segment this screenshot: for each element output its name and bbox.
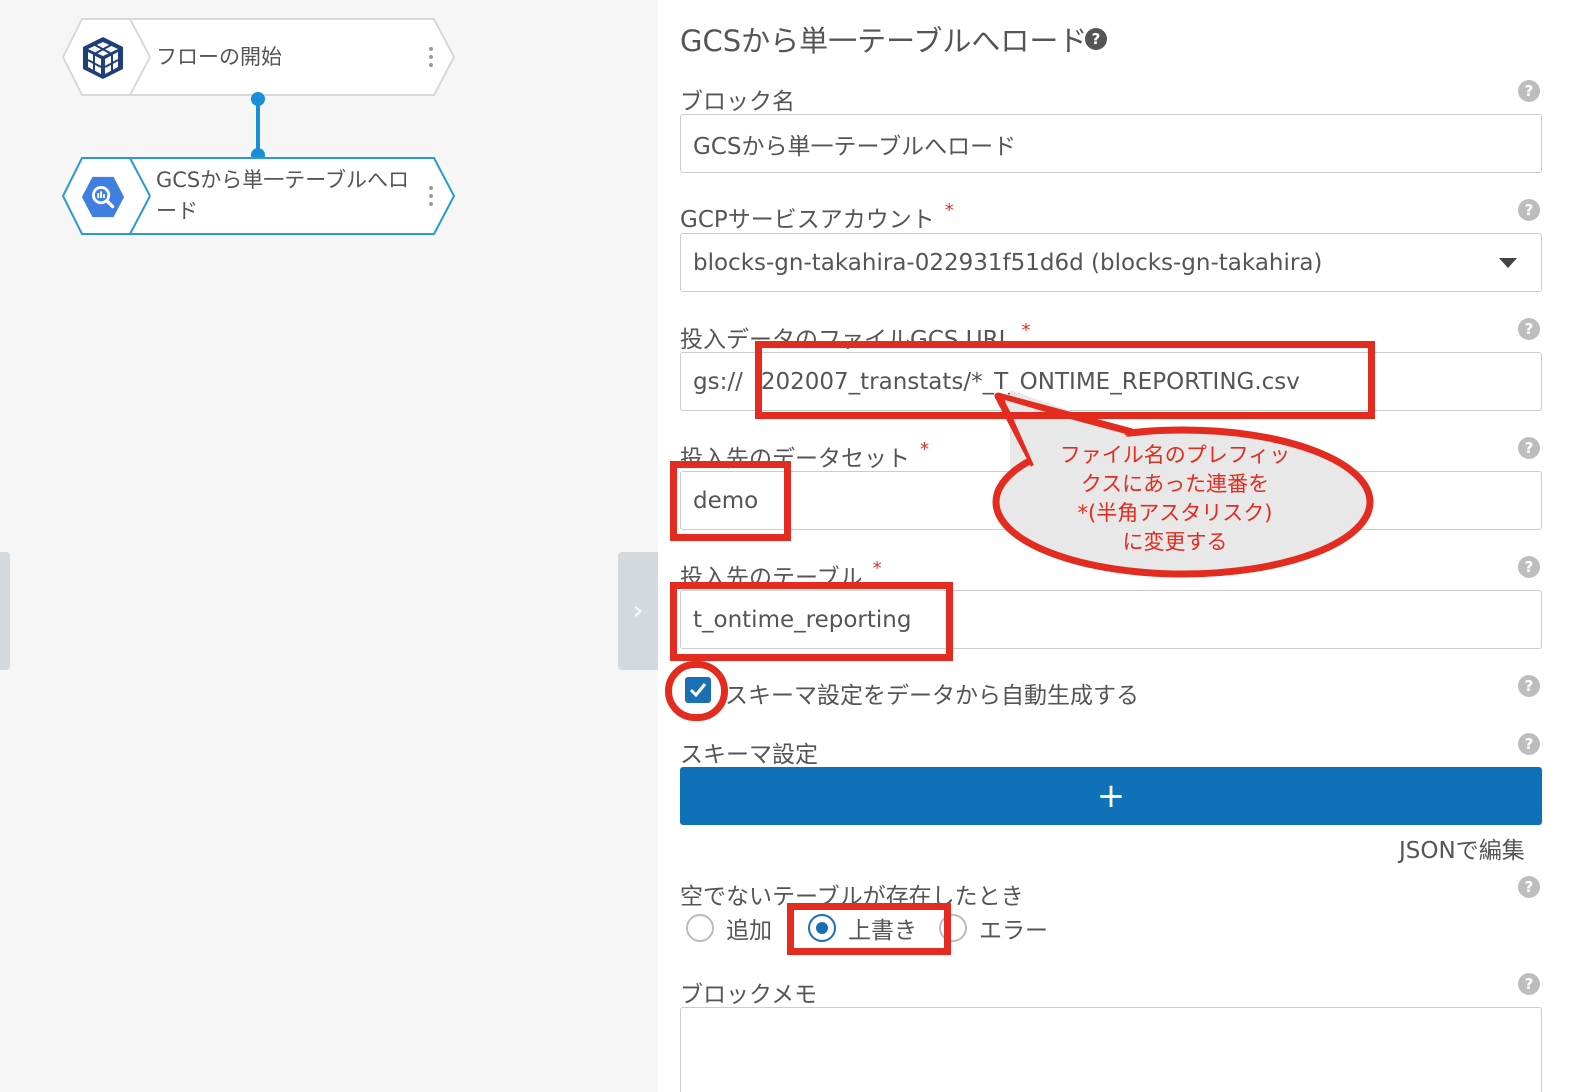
left-drawer-tab[interactable] [0,552,10,670]
flow-node-gcs-load[interactable]: GCSから単一テーブルへロード [62,157,456,235]
annotation-line: ファイル名のプレフィッ [1059,443,1291,467]
node-label: GCSから単一テーブルへロード [156,168,410,223]
caret-down-icon [1499,258,1517,268]
radio-error-label[interactable]: エラー [979,911,1048,945]
panel-toggle-button[interactable]: › [618,552,658,670]
node-label: フローの開始 [156,44,282,69]
annotation-line: *(半角アスタリスク) [1077,501,1273,525]
annotation-line: クスにあった連番を [1080,472,1270,496]
highlight-overwrite [787,903,951,955]
service-account-label: GCPサービスアカウント * [680,200,954,233]
help-icon[interactable]: ? [1518,556,1540,578]
schema-label: スキーマ設定 [680,742,818,768]
gcs-prefix: gs:// [693,368,743,395]
highlight-dataset [670,461,791,541]
highlight-checkbox [665,661,728,721]
help-icon[interactable]: ? [1518,437,1540,459]
connector-port-out[interactable] [251,92,265,106]
panel-title: GCSから単一テーブルへロード [680,24,1088,58]
help-icon[interactable]: ? [1085,28,1107,50]
flow-canvas[interactable]: フローの開始 GCSから単一テーブルへロード › [0,0,658,1092]
auto-schema-label[interactable]: スキーマ設定をデータから自動生成する [725,676,1139,710]
annotation-text: ファイル名のプレフィッ クスにあった連番を *(半角アスタリスク) に変更する [1030,441,1320,557]
memo-textarea[interactable] [680,1007,1542,1092]
bigquery-icon [80,174,126,220]
service-account-select[interactable]: blocks-gn-takahira-022931f51d6d (blocks-… [680,233,1542,292]
help-icon[interactable]: ? [1518,733,1540,755]
node-menu-icon[interactable] [428,186,434,206]
node-menu-icon[interactable] [428,47,434,67]
add-schema-button[interactable]: + [680,767,1542,825]
help-icon[interactable]: ? [1518,675,1540,697]
annotation-line: に変更する [1122,530,1228,554]
help-icon[interactable]: ? [1518,973,1540,995]
help-icon[interactable]: ? [1518,199,1540,221]
help-icon[interactable]: ? [1518,80,1540,102]
edit-json-link[interactable]: JSONで編集 [1399,831,1525,865]
cube-logo-icon [80,35,126,81]
radio-append-label[interactable]: 追加 [726,911,772,945]
help-icon[interactable]: ? [1518,318,1540,340]
block-name-label: ブロック名 [680,89,795,115]
highlight-gcs-url [755,341,1375,419]
flow-node-start[interactable]: フローの開始 [62,18,456,96]
service-account-value: blocks-gn-takahira-022931f51d6d (blocks-… [693,249,1323,276]
radio-append[interactable] [686,914,714,942]
highlight-table [670,582,953,661]
memo-label: ブロックメモ [680,982,818,1008]
plus-icon: + [1096,776,1126,816]
block-name-input[interactable]: GCSから単一テーブルへロード [680,114,1542,173]
chevron-right-icon: › [632,596,644,626]
help-icon[interactable]: ? [1518,876,1540,898]
